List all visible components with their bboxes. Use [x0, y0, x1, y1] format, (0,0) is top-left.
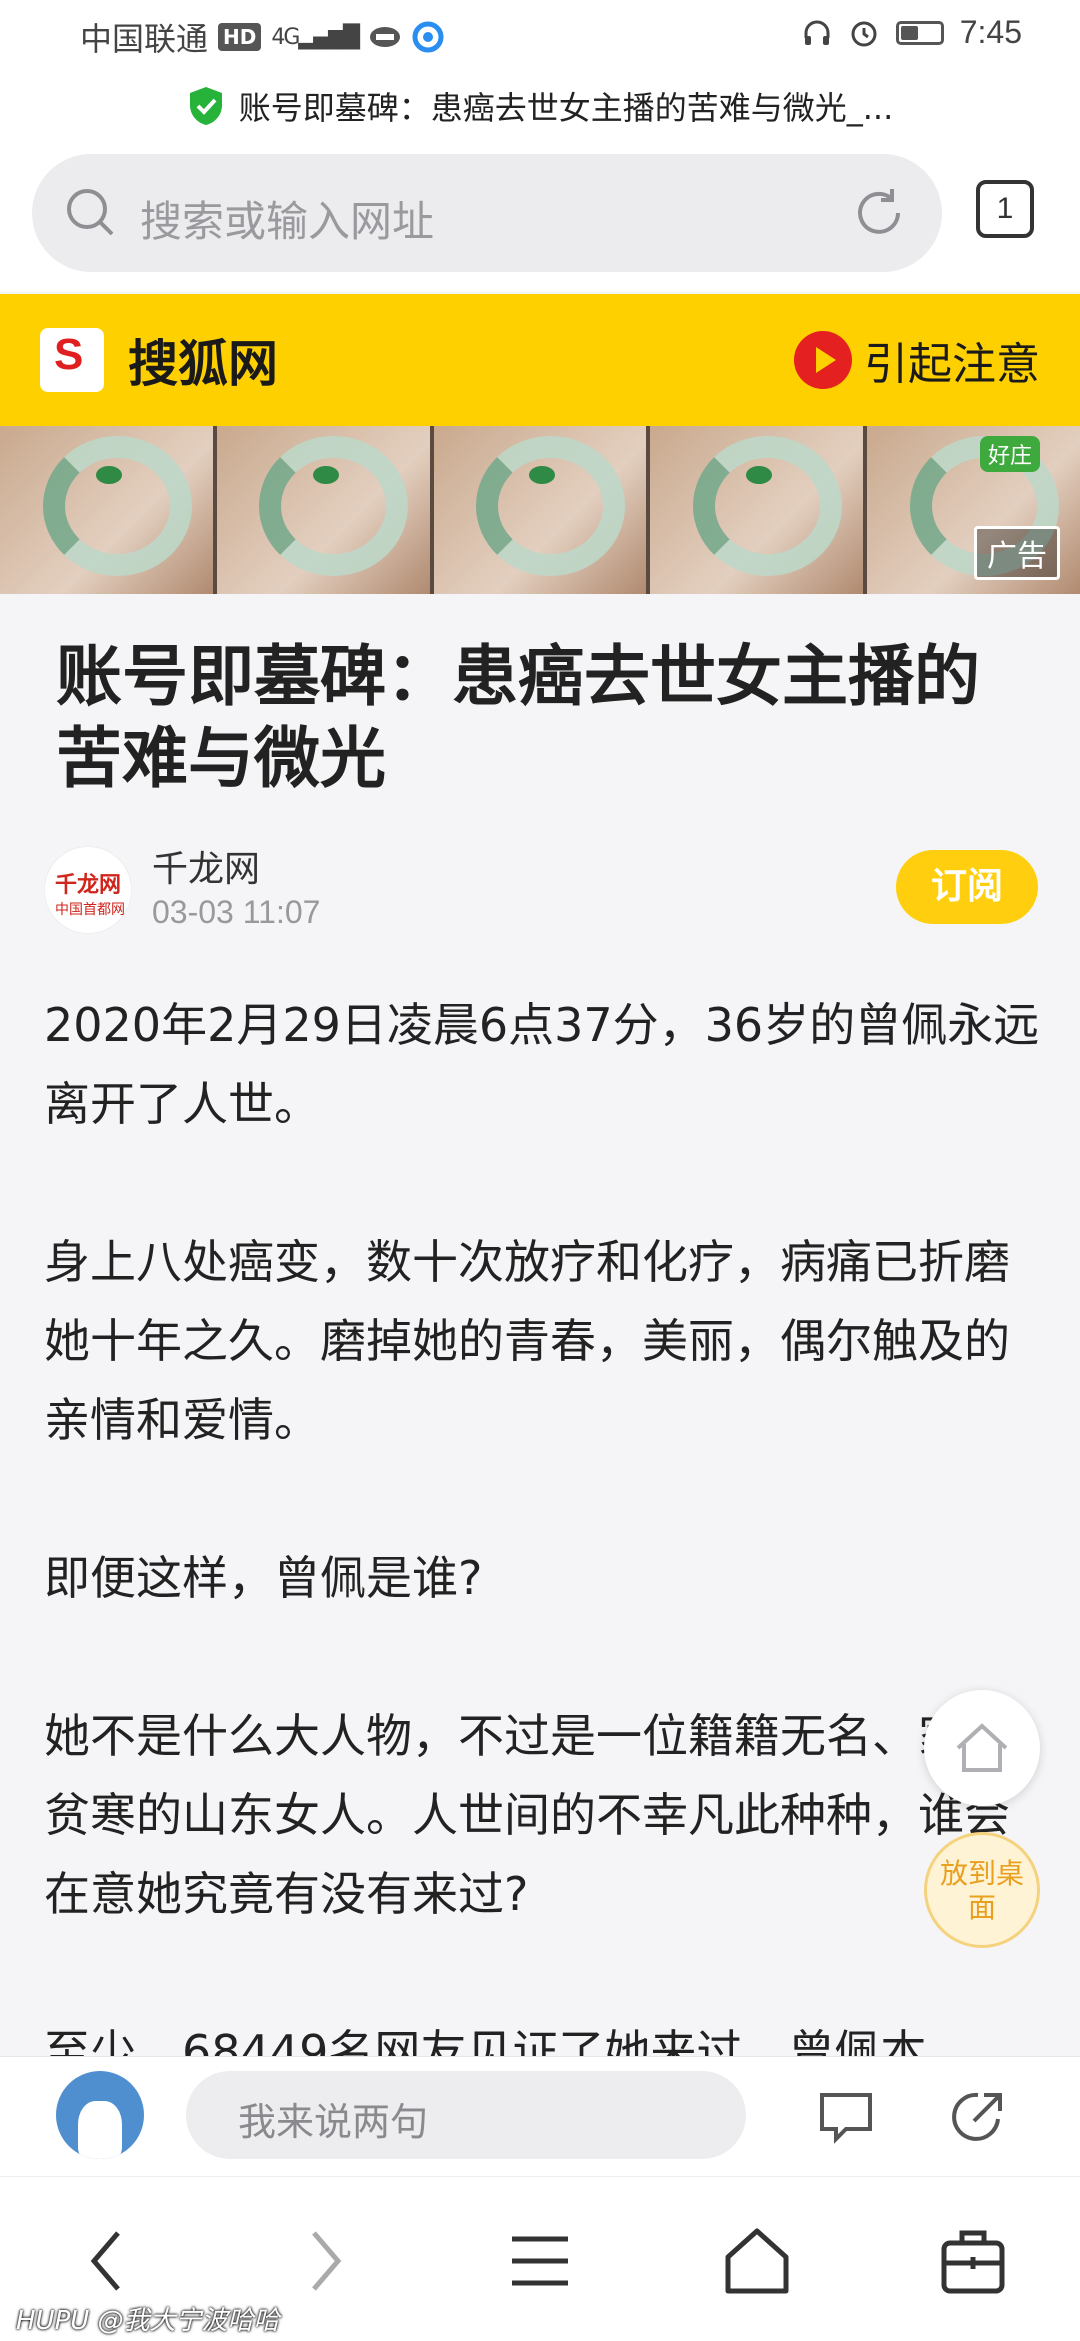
site-name[interactable]: 搜狐网	[128, 324, 278, 396]
comment-input[interactable]: 我来说两句	[186, 2071, 746, 2159]
reload-icon[interactable]	[850, 184, 908, 242]
headphone-icon	[804, 20, 830, 45]
address-bar-row: 搜索或输入网址 1	[0, 140, 1080, 292]
secure-shield-icon	[189, 87, 222, 125]
tab-count-button[interactable]: 1	[976, 180, 1034, 238]
alarm-icon	[851, 21, 877, 46]
attention-button[interactable]: 引起注意	[794, 328, 1040, 392]
toolbox-icon[interactable]	[940, 2221, 1006, 2301]
forward-icon[interactable]	[296, 2221, 356, 2301]
ad-image	[216, 426, 434, 594]
page-title: 账号即墓碑：患癌去世女主播的苦难与微光_...	[238, 89, 894, 127]
home-icon	[956, 1723, 1008, 1772]
battery-icon	[895, 20, 944, 45]
app-notification-icon	[412, 21, 444, 53]
ad-image	[433, 426, 651, 594]
article-headline: 账号即墓碑：患癌去世女主播的苦难与微光	[56, 638, 980, 797]
publish-time: 03-03 11:07	[152, 894, 321, 930]
attention-label: 引起注意	[864, 339, 1040, 390]
ad-image	[650, 426, 868, 594]
home-float-button[interactable]	[924, 1690, 1040, 1806]
clock: 7:45	[959, 14, 1022, 50]
back-icon[interactable]	[76, 2221, 136, 2301]
site-header: S 搜狐网 引起注意	[0, 294, 1080, 426]
play-icon	[794, 331, 852, 389]
ad-label: 广告	[974, 526, 1060, 580]
comment-bar: 我来说两句	[0, 2056, 1080, 2177]
article-paragraph: 即便这样，曾佩是谁?	[44, 1551, 483, 1605]
watermark: HUPU @我大宁波哈哈	[16, 2306, 280, 2336]
ad-image	[0, 426, 217, 594]
carrier-label: 中国联通	[80, 20, 209, 58]
add-to-desktop-button[interactable]: 放到桌面	[924, 1832, 1040, 1948]
search-icon	[67, 189, 114, 236]
status-bar: 中国联通 HD 4G▂▄▆█ 7:45	[0, 0, 1080, 72]
search-input[interactable]: 搜索或输入网址	[32, 154, 942, 272]
signal-icon: 4G▂▄▆█	[271, 24, 360, 50]
article-paragraph: 2020年2月29日凌晨6点37分，36岁的曾佩永远离开了人世。	[44, 998, 1040, 1131]
article-body: 2020年2月29日凌晨6点37分，36岁的曾佩永远离开了人世。 身上八处癌变，…	[44, 986, 1040, 2056]
subscribe-button[interactable]: 订阅	[896, 850, 1038, 924]
data-icon	[370, 27, 401, 47]
home-nav-icon[interactable]	[722, 2221, 792, 2301]
source-name[interactable]: 千龙网	[152, 840, 260, 892]
user-avatar[interactable]	[56, 2071, 144, 2159]
article-paragraph: 身上八处癌变，数十次放疗和化疗，病痛已折磨她十年之久。磨掉她的青春，美丽，偶尔触…	[44, 1235, 1010, 1447]
source-avatar[interactable]: 千龙网 中国首都网	[44, 846, 132, 934]
share-icon[interactable]	[948, 2085, 1010, 2147]
ad-banner[interactable]: 好庄 广告	[0, 426, 1080, 594]
search-placeholder: 搜索或输入网址	[140, 197, 435, 246]
article-paragraph: 至少，68449名网友见证了她来过。曾佩本	[44, 2025, 927, 2056]
page-title-bar[interactable]: 账号即墓碑：患癌去世女主播的苦难与微光_...	[0, 72, 1080, 140]
sohu-logo[interactable]: S	[40, 328, 104, 392]
ad-corner-tag: 好庄	[979, 436, 1040, 472]
hd-badge: HD	[218, 23, 262, 51]
menu-icon[interactable]	[508, 2221, 572, 2301]
article-paragraph: 她不是什么大人物，不过是一位籍籍无名、家境贫寒的山东女人。人世间的不幸凡此种种，…	[44, 1709, 1010, 1921]
comment-icon[interactable]	[816, 2087, 876, 2147]
